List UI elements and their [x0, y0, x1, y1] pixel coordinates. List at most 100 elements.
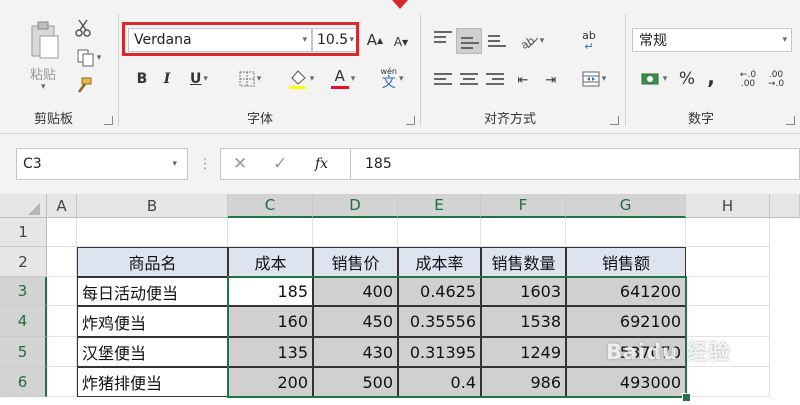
number-cell[interactable]: 0.31395 — [398, 337, 481, 367]
cell-a2[interactable] — [47, 247, 77, 277]
table-header-cell[interactable]: 销售价 — [313, 247, 398, 277]
cell-h1[interactable] — [686, 218, 770, 247]
column-header-e[interactable]: E — [398, 194, 481, 218]
copy-button[interactable]: ▾ — [72, 48, 106, 68]
merge-center-button[interactable]: ▾ — [576, 68, 612, 90]
shrink-font-button[interactable]: A ▼ — [392, 32, 410, 52]
fill-handle[interactable] — [682, 393, 691, 402]
align-right-button[interactable] — [486, 70, 504, 88]
number-cell[interactable]: 400 — [313, 277, 398, 306]
fill-color-button[interactable]: ▾ — [282, 66, 320, 92]
middle-align-button[interactable] — [456, 28, 482, 54]
number-cell[interactable]: 430 — [313, 337, 398, 367]
number-cell[interactable]: 1603 — [481, 277, 566, 306]
row-header-3[interactable]: 3 — [0, 277, 47, 306]
cell-a6[interactable] — [47, 367, 77, 397]
paste-button[interactable]: 粘贴 ▾ — [26, 18, 62, 98]
cell-g1[interactable] — [566, 218, 686, 247]
top-align-button[interactable] — [434, 28, 452, 46]
cell-h2[interactable] — [686, 247, 770, 277]
number-format-dropdown-icon[interactable]: ▾ — [782, 35, 787, 45]
row-header-1[interactable]: 1 — [0, 218, 47, 247]
increase-decimal-button[interactable]: ←.0.00 — [736, 66, 760, 94]
column-header-d[interactable]: D — [313, 194, 398, 218]
number-dialog-launcher-icon[interactable] — [786, 116, 795, 125]
number-cell[interactable]: 135 — [228, 337, 313, 367]
product-name-cell[interactable]: 炸猪排便当 — [77, 367, 228, 397]
number-cell[interactable]: 1538 — [481, 306, 566, 337]
row-header-2[interactable]: 2 — [0, 247, 47, 277]
number-cell[interactable]: 986 — [481, 367, 566, 397]
alignment-dialog-launcher-icon[interactable] — [610, 116, 619, 125]
number-cell[interactable]: 450 — [313, 306, 398, 337]
column-header-b[interactable]: B — [77, 194, 228, 218]
cancel-icon[interactable]: ✕ — [233, 154, 247, 174]
decrease-decimal-button[interactable]: .00 →.0 — [764, 66, 788, 94]
table-header-cell[interactable]: 销售额 — [566, 247, 686, 277]
name-box[interactable]: C3 ▾ — [16, 148, 188, 180]
cell-h6[interactable] — [686, 367, 770, 397]
name-box-dropdown-icon[interactable]: ▾ — [172, 159, 177, 169]
product-name-cell[interactable]: 汉堡便当 — [77, 337, 228, 367]
number-cell[interactable]: 0.35556 — [398, 306, 481, 337]
italic-button[interactable]: I — [158, 68, 176, 90]
column-header-h[interactable]: H — [686, 194, 770, 218]
insert-function-button[interactable]: fx — [315, 156, 328, 172]
cell-h3[interactable] — [686, 277, 770, 306]
column-header-f[interactable]: F — [481, 194, 566, 218]
number-cell[interactable]: 641200 — [566, 277, 686, 306]
borders-button[interactable]: ▾ — [232, 68, 268, 90]
table-header-cell[interactable]: 商品名 — [77, 247, 228, 277]
product-name-cell[interactable]: 每日活动便当 — [77, 277, 228, 306]
number-format-box[interactable]: 常规 ▾ — [632, 28, 792, 52]
column-header-g[interactable]: G — [566, 194, 686, 218]
column-header-c[interactable]: C — [228, 194, 313, 218]
cell-a1[interactable] — [47, 218, 77, 247]
wrap-text-button[interactable]: ab ↵ — [578, 26, 600, 56]
comma-style-button[interactable]: , — [704, 65, 718, 89]
font-dialog-launcher-icon[interactable] — [406, 116, 415, 125]
cell-e1[interactable] — [398, 218, 481, 247]
cut-button[interactable] — [72, 18, 94, 38]
decrease-indent-button[interactable]: ⇤ — [512, 70, 534, 90]
grow-font-button[interactable]: A ▲ — [366, 30, 384, 50]
increase-indent-button[interactable]: ⇥ — [540, 70, 562, 90]
table-header-cell[interactable]: 销售数量 — [481, 247, 566, 277]
formula-input[interactable]: 185 — [350, 148, 800, 180]
clipboard-dialog-launcher-icon[interactable] — [104, 116, 113, 125]
bold-button[interactable]: B — [133, 68, 151, 90]
paste-dropdown-icon[interactable]: ▾ — [41, 82, 46, 92]
percent-button[interactable]: % — [678, 68, 696, 90]
number-cell[interactable]: 185 — [228, 277, 313, 306]
align-center-button[interactable] — [460, 70, 478, 88]
phonetic-guide-button[interactable]: wén 文 ▾ — [374, 64, 410, 94]
column-header-i[interactable] — [770, 194, 800, 218]
number-cell[interactable]: 500 — [313, 367, 398, 397]
cell-b1[interactable] — [77, 218, 228, 247]
cell-a5[interactable] — [47, 337, 77, 367]
number-cell[interactable]: 1249 — [481, 337, 566, 367]
table-header-cell[interactable]: 成本 — [228, 247, 313, 277]
align-left-button[interactable] — [434, 70, 452, 88]
row-header-6[interactable]: 6 — [0, 367, 47, 397]
select-all-corner[interactable] — [0, 194, 47, 218]
number-cell[interactable]: 493000 — [566, 367, 686, 397]
row-header-4[interactable]: 4 — [0, 306, 47, 337]
format-painter-button[interactable] — [72, 76, 94, 96]
enter-icon[interactable]: ✓ — [273, 154, 287, 174]
font-color-button[interactable]: A ▾ — [326, 66, 360, 92]
column-header-a[interactable]: A — [47, 194, 77, 218]
number-cell[interactable]: 692100 — [566, 306, 686, 337]
cell-h4[interactable] — [686, 306, 770, 337]
orientation-button[interactable]: ab ▾ — [514, 30, 550, 52]
product-name-cell[interactable]: 炸鸡便当 — [77, 306, 228, 337]
cell-a4[interactable] — [47, 306, 77, 337]
number-cell[interactable]: 200 — [228, 367, 313, 397]
table-header-cell[interactable]: 成本率 — [398, 247, 481, 277]
number-cell[interactable]: 0.4 — [398, 367, 481, 397]
number-cell[interactable]: 160 — [228, 306, 313, 337]
cell-d1[interactable] — [313, 218, 398, 247]
underline-button[interactable]: U ▾ — [182, 68, 216, 90]
row-header-5[interactable]: 5 — [0, 337, 47, 367]
accounting-format-button[interactable]: ▾ — [636, 68, 672, 90]
